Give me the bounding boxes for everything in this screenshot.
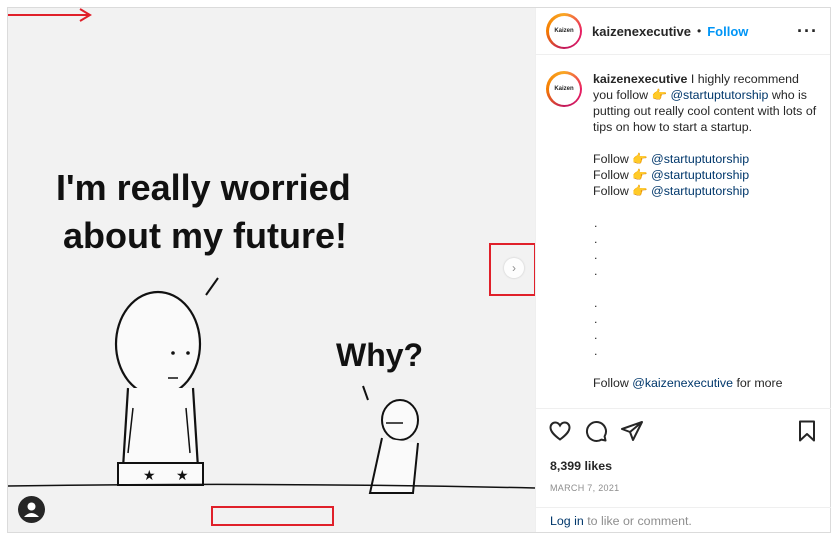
profile-avatar[interactable]: Kaizen <box>546 13 582 49</box>
mention-link[interactable]: @kaizenexecutive <box>632 376 733 390</box>
comment-icon[interactable] <box>584 419 608 443</box>
annotation-arrow-icon <box>8 8 92 22</box>
action-icons <box>536 409 831 453</box>
caption-username[interactable]: kaizenexecutive <box>593 72 687 86</box>
kaizen-logo: Kaizen <box>554 86 574 92</box>
post-header: Kaizen kaizenexecutive • Follow ··· <box>536 8 830 55</box>
caption-text: kaizenexecutive I highly recommend you f… <box>593 71 821 407</box>
user-tag-icon[interactable] <box>18 496 45 523</box>
heart-icon[interactable] <box>548 419 572 443</box>
dot-line: . <box>594 344 598 358</box>
caption-avatar[interactable]: Kaizen <box>546 71 582 107</box>
post-frame: I'm really worried about my future! Why?… <box>7 7 831 533</box>
dot-line: . <box>594 312 598 326</box>
follow-line: Follow 👉 @startuptutorship <box>593 184 750 198</box>
login-link[interactable]: Log in <box>550 514 584 528</box>
bookmark-icon[interactable] <box>795 419 819 443</box>
caption-area: Kaizen kaizenexecutive I highly recommen… <box>536 55 831 407</box>
actions-panel: 8,399 likes MARCH 7, 2021 Log in to like… <box>536 408 831 532</box>
speech-text-line1: I'm really worried <box>56 167 351 208</box>
dot-line: . <box>594 296 598 310</box>
more-options-icon[interactable]: ··· <box>797 21 818 42</box>
annotation-box-bottom <box>211 506 334 526</box>
comic-illustration: I'm really worried about my future! Why?… <box>8 8 535 532</box>
post-image[interactable]: I'm really worried about my future! Why?… <box>8 8 535 532</box>
dot-line: . <box>594 264 598 278</box>
header-username[interactable]: kaizenexecutive <box>592 24 691 39</box>
mention-link[interactable]: @startuptutorship <box>651 168 749 182</box>
dot-line: . <box>594 248 598 262</box>
post-date[interactable]: MARCH 7, 2021 <box>536 483 831 493</box>
follow-line: Follow 👉 @startuptutorship <box>593 152 750 166</box>
pointing-hand-icon: 👉 <box>632 152 648 166</box>
annotation-box-next <box>489 243 535 296</box>
dot-line: . <box>594 328 598 342</box>
pointing-hand-icon: 👉 <box>632 184 648 198</box>
svg-text:★: ★ <box>176 467 189 483</box>
pointing-hand-icon: 👉 <box>632 168 648 182</box>
kaizen-logo: Kaizen <box>554 28 574 34</box>
separator-dot: • <box>697 24 702 38</box>
dot-line: . <box>594 216 598 230</box>
follow-button[interactable]: Follow <box>707 24 748 39</box>
pointing-hand-icon: 👉 <box>651 88 667 102</box>
mention-link[interactable]: @startuptutorship <box>670 88 768 102</box>
follow-more-line: Follow @kaizenexecutive for more <box>593 376 783 390</box>
reply-text: Why? <box>336 337 423 373</box>
speech-text-line2: about my future! <box>63 215 347 256</box>
follow-line: Follow 👉 @startuptutorship <box>593 168 750 182</box>
likes-count[interactable]: 8,399 likes <box>536 459 831 473</box>
mention-link[interactable]: @startuptutorship <box>651 184 749 198</box>
svg-text:★: ★ <box>143 467 156 483</box>
login-prompt: Log in to like or comment. <box>536 507 831 533</box>
dot-line: . <box>594 232 598 246</box>
share-icon[interactable] <box>620 419 644 443</box>
mention-link[interactable]: @startuptutorship <box>651 152 749 166</box>
post-sidebar: Kaizen kaizenexecutive • Follow ··· Kaiz… <box>535 8 831 532</box>
